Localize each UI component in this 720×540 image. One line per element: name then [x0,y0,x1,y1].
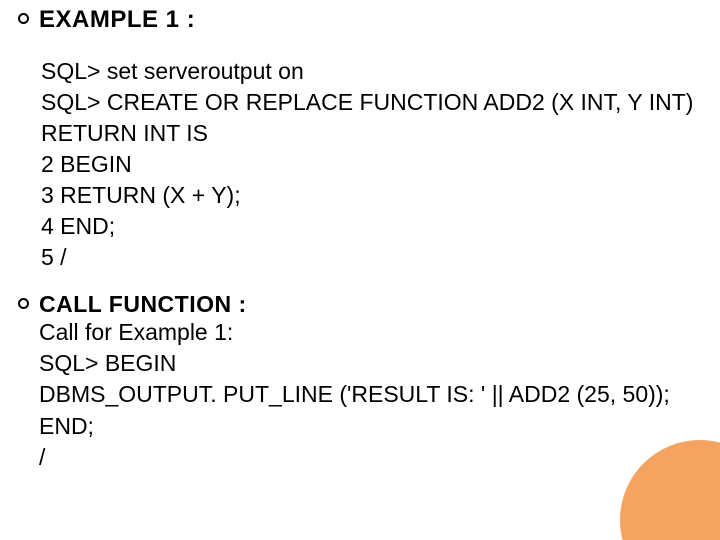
heading-row-1: EXAMPLE 1 : [18,6,702,34]
code-line: RETURN INT IS [41,118,702,149]
code-body-1: SQL> set serveroutput on SQL> CREATE OR … [41,56,702,273]
code-line: SQL> BEGIN [39,348,670,379]
code-line: END; [39,411,670,442]
section-example-1: EXAMPLE 1 : SQL> set serveroutput on SQL… [18,6,702,273]
subheading-call-example-1: Call for Example 1: [39,317,670,348]
code-line: 5 / [41,242,702,273]
bullet-icon [18,13,29,24]
code-body-2: SQL> BEGIN DBMS_OUTPUT. PUT_LINE ('RESUL… [39,348,670,472]
heading-call-function: CALL FUNCTION : [39,291,670,317]
code-line: DBMS_OUTPUT. PUT_LINE ('RESULT IS: ' || … [39,379,670,410]
section-call-function: CALL FUNCTION : Call for Example 1: SQL>… [18,291,702,473]
code-line: 4 END; [41,211,702,242]
heading-row-2: CALL FUNCTION : Call for Example 1: SQL>… [18,291,702,473]
code-line: SQL> set serveroutput on [41,56,702,87]
heading-example-1: EXAMPLE 1 : [39,6,195,34]
code-line: 3 RETURN (X + Y); [41,180,702,211]
code-line: 2 BEGIN [41,149,702,180]
code-line: SQL> CREATE OR REPLACE FUNCTION ADD2 (X … [41,87,702,118]
bullet-icon [18,298,29,309]
heading-call-function-group: CALL FUNCTION : Call for Example 1: SQL>… [39,291,670,473]
slide: EXAMPLE 1 : SQL> set serveroutput on SQL… [0,0,720,540]
code-line: / [39,442,670,473]
